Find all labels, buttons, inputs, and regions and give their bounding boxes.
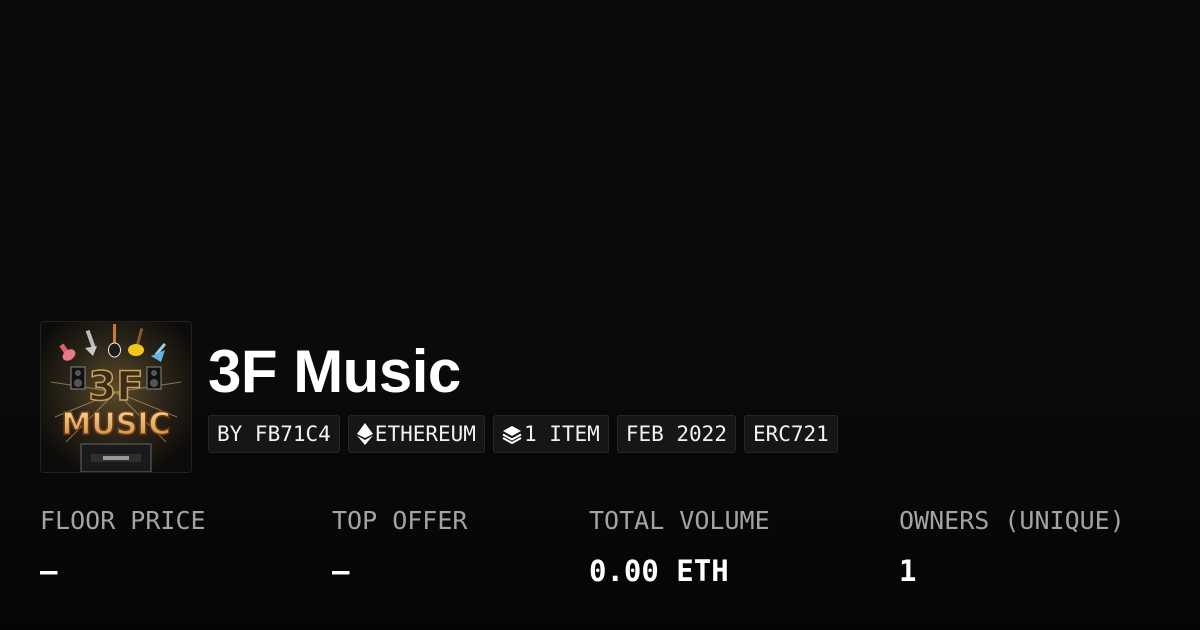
- stat-label: TOP OFFER: [332, 506, 468, 535]
- chain-chip[interactable]: ETHEREUM: [347, 415, 485, 453]
- collection-meta-chips: BY FB71C4 ETHEREUM 1 ITEM FEB 2022 ERC72…: [208, 415, 838, 453]
- collection-image[interactable]: 3F MUSIC: [40, 321, 192, 473]
- stat-top-offer: TOP OFFER —: [332, 503, 467, 589]
- stat-value: —: [40, 554, 58, 588]
- title-column: 3F Music BY FB71C4 ETHEREUM 1 ITEM FEB 2…: [208, 321, 838, 453]
- image-logo-music: MUSIC: [62, 407, 171, 442]
- collection-header: 3F MUSIC 3F Music BY FB71C4 ETHEREUM 1 I…: [40, 321, 838, 473]
- item-count-chip[interactable]: 1 ITEM: [492, 415, 609, 453]
- stat-total-volume: TOTAL VOLUME 0.00 ETH: [589, 503, 770, 589]
- creator-chip[interactable]: BY FB71C4: [208, 415, 340, 453]
- collection-artwork: 3F MUSIC: [41, 322, 191, 472]
- image-logo-3f: 3F: [88, 364, 143, 410]
- stat-value: —: [332, 554, 350, 588]
- stat-value: 0.00 ETH: [589, 554, 729, 588]
- created-date-chip: FEB 2022: [616, 415, 736, 453]
- stat-owners-unique: OWNERS (UNIQUE) 1: [899, 503, 1125, 589]
- stat-value: 1: [899, 554, 917, 588]
- collection-title: 3F Music: [208, 338, 461, 405]
- layers-icon: [502, 424, 522, 444]
- chip-label: ETHEREUM: [374, 422, 476, 446]
- stat-label: FLOOR PRICE: [40, 506, 206, 535]
- token-standard-chip: ERC721: [743, 415, 838, 453]
- chip-label: BY FB71C4: [217, 422, 331, 446]
- stat-label: OWNERS (UNIQUE): [899, 506, 1125, 535]
- collection-stats: FLOOR PRICE — TOP OFFER — TOTAL VOLUME 0…: [40, 503, 1180, 603]
- chip-label: 1 ITEM: [523, 422, 600, 446]
- stat-label: TOTAL VOLUME: [589, 506, 770, 535]
- stat-floor-price: FLOOR PRICE —: [40, 503, 206, 589]
- chip-label: ERC721: [752, 422, 829, 446]
- chip-label: FEB 2022: [625, 422, 727, 446]
- ethereum-icon: [356, 423, 373, 445]
